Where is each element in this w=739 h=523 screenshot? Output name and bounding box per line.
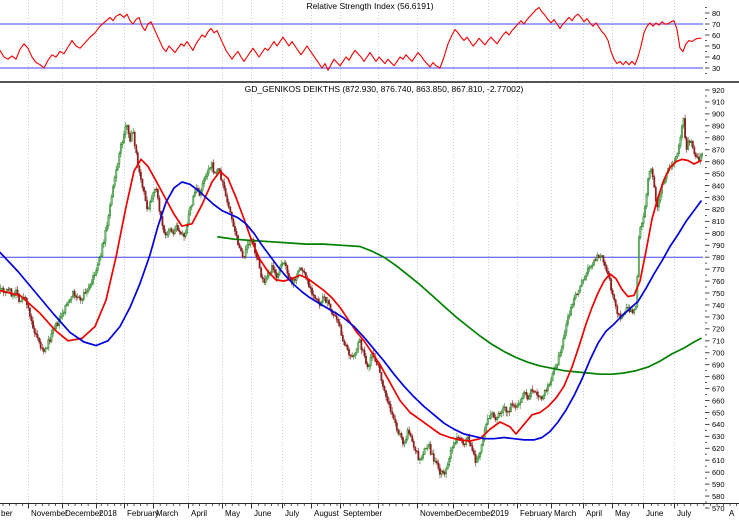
svg-text:920: 920 [712,86,725,95]
svg-text:February: February [520,509,552,518]
svg-text:60: 60 [712,31,720,40]
svg-text:900: 900 [712,110,725,119]
svg-text:May: May [225,509,240,518]
svg-text:640: 640 [712,420,725,429]
svg-text:870: 870 [712,146,725,155]
svg-text:910: 910 [712,98,725,107]
svg-text:830: 830 [712,193,725,202]
svg-text:800: 800 [712,229,725,238]
rsi-plot-area[interactable] [0,0,703,81]
svg-text:850: 850 [712,169,725,178]
svg-text:680: 680 [712,372,725,381]
svg-text:December: December [65,509,102,518]
svg-text:740: 740 [712,301,725,310]
svg-text:590: 590 [712,480,725,489]
svg-text:50: 50 [712,42,720,51]
svg-text:70: 70 [712,20,720,29]
svg-text:June: June [646,509,664,518]
svg-text:780: 780 [712,253,725,262]
svg-text:March: March [156,509,178,518]
svg-text:720: 720 [712,325,725,334]
svg-text:710: 710 [712,337,725,346]
svg-text:A: A [729,509,735,518]
svg-text:810: 810 [712,217,725,226]
svg-text:790: 790 [712,241,725,250]
price-plot-area[interactable] [0,85,703,503]
svg-text:650: 650 [712,408,725,417]
svg-text:620: 620 [712,444,725,453]
chart-canvas: 80 70 60 50 40 30 920 910 900 890 880 870 860 850 840… [0,0,739,518]
svg-text:ber: ber [1,509,13,518]
svg-text:630: 630 [712,432,725,441]
svg-text:880: 880 [712,134,725,143]
svg-text:610: 610 [712,456,725,465]
svg-text:890: 890 [712,122,725,131]
svg-text:June: June [254,509,272,518]
rsi-indicator-title: Relative Strength Index (56.6191) [303,1,437,11]
svg-text:660: 660 [712,396,725,405]
svg-text:November: November [31,509,68,518]
svg-text:April: April [191,509,207,518]
panel-separator[interactable] [0,81,739,83]
svg-text:July: July [677,509,691,518]
svg-text:700: 700 [712,349,725,358]
price-y-axis: 920 910 900 890 880 870 860 850 840 830 820 810 800 7… [705,86,725,513]
svg-text:August: August [314,509,340,518]
svg-text:2018: 2018 [99,509,117,518]
svg-text:840: 840 [712,181,725,190]
svg-text:690: 690 [712,360,725,369]
x-axis: ber NovemberDecember2018 FebruaryMarch Apri… [0,503,739,518]
svg-text:September: September [343,509,382,518]
svg-text:760: 760 [712,277,725,286]
svg-text:670: 670 [712,384,725,393]
svg-text:600: 600 [712,468,725,477]
svg-text:40: 40 [712,53,720,62]
svg-text:November: November [420,509,457,518]
svg-text:570: 570 [712,504,725,513]
security-title: GD_GENIKOS DEIKTHS (872.930, 876.740, 86… [241,84,527,94]
svg-text:April: April [586,509,602,518]
svg-text:July: July [285,509,299,518]
svg-text:80: 80 [712,9,720,18]
chart-window: 80 70 60 50 40 30 920 910 900 890 880 870 860 850 840… [0,0,739,523]
svg-text:860: 860 [712,157,725,166]
svg-text:30: 30 [712,64,720,73]
svg-text:770: 770 [712,265,725,274]
svg-text:February: February [127,509,159,518]
svg-text:750: 750 [712,289,725,298]
svg-text:March: March [554,509,576,518]
svg-text:580: 580 [712,492,725,501]
svg-text:2019: 2019 [491,509,509,518]
svg-text:730: 730 [712,313,725,322]
svg-text:May: May [615,509,630,518]
svg-text:December: December [456,509,493,518]
rsi-y-axis: 80 70 60 50 40 30 [705,7,720,74]
svg-text:820: 820 [712,205,725,214]
